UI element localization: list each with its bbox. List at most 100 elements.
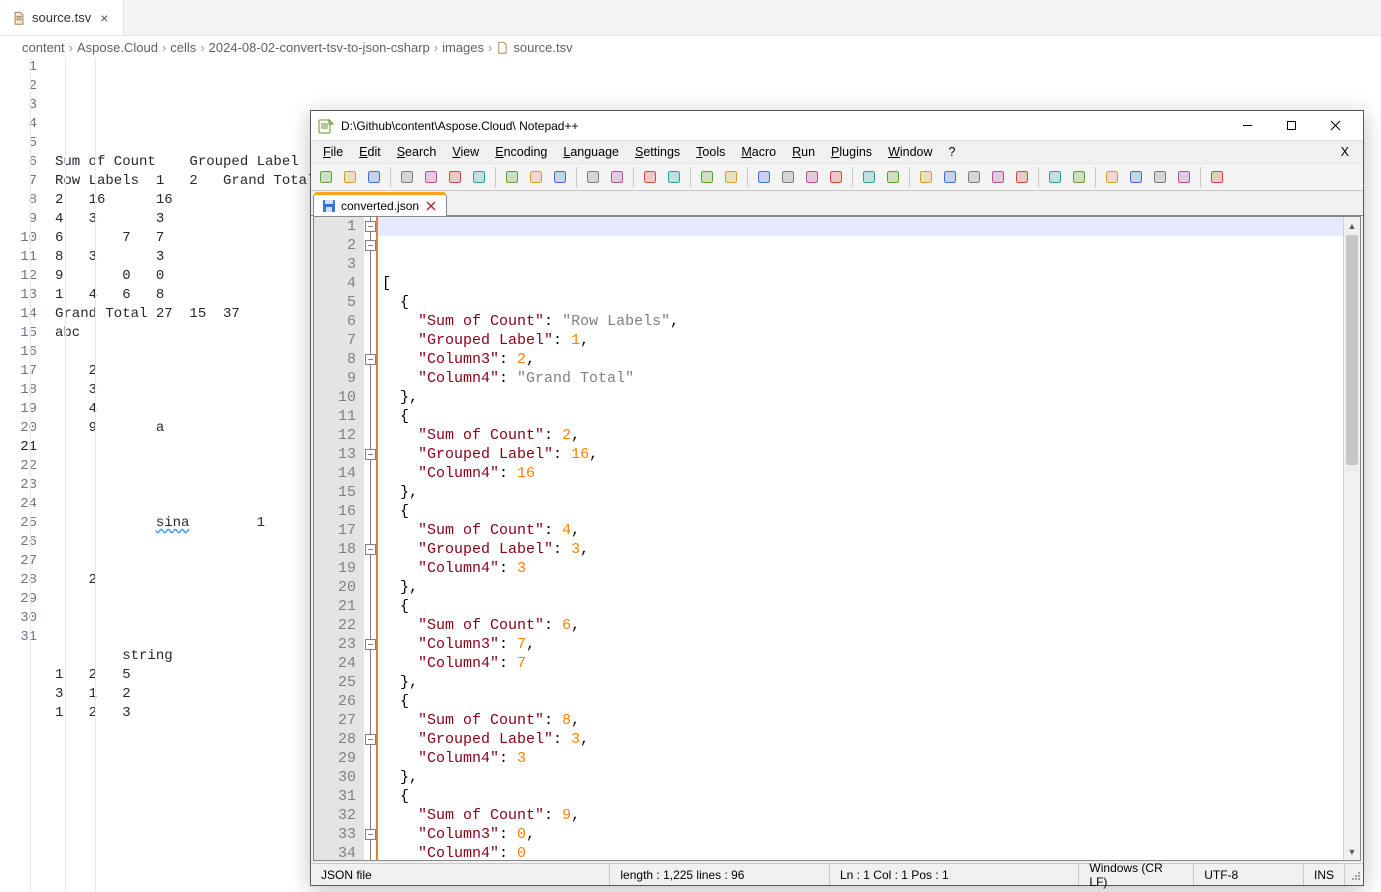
menu-encoding[interactable]: Encoding <box>487 143 555 161</box>
breadcrumb-item[interactable]: images <box>442 40 484 55</box>
close-icon[interactable]: × <box>97 10 111 26</box>
toolbar-button[interactable] <box>696 166 718 188</box>
toolbar-button[interactable] <box>339 166 361 188</box>
code-line: "Sum of Count": 9, <box>382 806 1360 825</box>
menu-macro[interactable]: Macro <box>733 143 784 161</box>
line-number: 27 <box>0 552 37 571</box>
toolbar-button[interactable] <box>1173 166 1195 188</box>
scroll-down-icon[interactable]: ▼ <box>1344 843 1360 860</box>
chevron-right-icon: › <box>162 40 166 55</box>
code-line: { <box>382 692 1360 711</box>
toolbar-button[interactable] <box>549 166 571 188</box>
fold-toggle-icon[interactable] <box>365 354 376 365</box>
line-number: 18 <box>0 381 37 400</box>
menu-edit[interactable]: Edit <box>351 143 389 161</box>
tab-source-tsv[interactable]: source.tsv × <box>0 0 124 35</box>
toolbar-button[interactable] <box>720 166 742 188</box>
resize-grip-icon[interactable] <box>1345 867 1363 883</box>
toolbar-button[interactable] <box>606 166 628 188</box>
toolbar-button[interactable] <box>1125 166 1147 188</box>
toolbar-button[interactable] <box>777 166 799 188</box>
vertical-scrollbar[interactable]: ▲ ▼ <box>1343 217 1360 860</box>
toolbar-button[interactable] <box>582 166 604 188</box>
menu-file[interactable]: File <box>315 143 351 161</box>
toolbar-button[interactable] <box>801 166 823 188</box>
toolbar-separator <box>576 167 577 187</box>
toolbar-button[interactable] <box>915 166 937 188</box>
fold-toggle-icon[interactable] <box>365 240 376 251</box>
line-number: 11 <box>314 407 356 426</box>
toolbar-button[interactable] <box>1011 166 1033 188</box>
menu-settings[interactable]: Settings <box>627 143 688 161</box>
chevron-right-icon: › <box>434 40 438 55</box>
line-number: 13 <box>0 286 37 305</box>
toolbar-button[interactable] <box>1149 166 1171 188</box>
chevron-right-icon: › <box>200 40 204 55</box>
line-number: 3 <box>0 96 37 115</box>
toolbar-button[interactable] <box>396 166 418 188</box>
close-icon[interactable] <box>424 199 438 213</box>
toolbar-button[interactable] <box>525 166 547 188</box>
fold-toggle-icon[interactable] <box>365 734 376 745</box>
menu-close-x[interactable]: X <box>1331 143 1359 161</box>
status-mode: INS <box>1304 864 1345 885</box>
toolbar-button[interactable] <box>1206 166 1228 188</box>
toolbar-button[interactable] <box>1068 166 1090 188</box>
toolbar-button[interactable] <box>501 166 523 188</box>
toolbar-button[interactable] <box>315 166 337 188</box>
minimize-button[interactable] <box>1225 112 1269 140</box>
menu-window[interactable]: Window <box>880 143 940 161</box>
menu-language[interactable]: Language <box>555 143 627 161</box>
menu-run[interactable]: Run <box>784 143 823 161</box>
toolbar-button[interactable] <box>825 166 847 188</box>
notepadpp-editor[interactable]: 1234567891011121314151617181920212223242… <box>314 217 1360 860</box>
maximize-button[interactable] <box>1269 112 1313 140</box>
fold-toggle-icon[interactable] <box>365 221 376 232</box>
close-button[interactable] <box>1313 112 1357 140</box>
toolbar-button[interactable] <box>858 166 880 188</box>
menu-plugins[interactable]: Plugins <box>823 143 880 161</box>
breadcrumb[interactable]: content › Aspose.Cloud › cells › 2024-08-02-co… <box>0 36 1381 58</box>
menu-view[interactable]: View <box>444 143 487 161</box>
fold-margin[interactable] <box>364 217 378 860</box>
code-line: "Column3": 7, <box>382 635 1360 654</box>
toolbar-button[interactable] <box>963 166 985 188</box>
line-number: 21 <box>314 597 356 616</box>
line-number: 30 <box>314 768 356 787</box>
menu-tools[interactable]: Tools <box>688 143 733 161</box>
toolbar-button[interactable] <box>363 166 385 188</box>
scroll-up-icon[interactable]: ▲ <box>1344 217 1360 234</box>
fold-toggle-icon[interactable] <box>365 449 376 460</box>
fold-toggle-icon[interactable] <box>365 639 376 650</box>
toolbar-button[interactable] <box>1101 166 1123 188</box>
breadcrumb-item[interactable]: content <box>22 40 65 55</box>
code-area[interactable]: [ { "Sum of Count": "Row Labels", "Group… <box>378 217 1360 860</box>
scrollbar-thumb[interactable] <box>1346 235 1358 465</box>
document-tab[interactable]: converted.json <box>313 194 447 216</box>
fold-toggle-icon[interactable] <box>365 829 376 840</box>
toolbar-button[interactable] <box>639 166 661 188</box>
toolbar-button[interactable] <box>882 166 904 188</box>
toolbar-button[interactable] <box>1044 166 1066 188</box>
toolbar-button[interactable] <box>753 166 775 188</box>
titlebar[interactable]: D:\Github\content\Aspose.Cloud\ Notepad+… <box>311 111 1363 141</box>
toolbar-button[interactable] <box>939 166 961 188</box>
fold-toggle-icon[interactable] <box>365 544 376 555</box>
tab-bar: source.tsv × <box>0 0 1381 36</box>
toolbar-button[interactable] <box>663 166 685 188</box>
toolbar-button[interactable] <box>444 166 466 188</box>
breadcrumb-item[interactable]: 2024-08-02-convert-tsv-to-json-csharp <box>209 40 430 55</box>
breadcrumb-item[interactable]: cells <box>170 40 196 55</box>
line-number: 31 <box>0 628 37 647</box>
toolbar-button[interactable] <box>468 166 490 188</box>
line-number: 6 <box>0 153 37 172</box>
toolbar-button[interactable] <box>420 166 442 188</box>
breadcrumb-item[interactable]: source.tsv <box>513 40 572 55</box>
code-line: }, <box>382 673 1360 692</box>
breadcrumb-item[interactable]: Aspose.Cloud <box>77 40 158 55</box>
menu-search[interactable]: Search <box>389 143 445 161</box>
code-line: }, <box>382 768 1360 787</box>
menu-?[interactable]: ? <box>941 143 964 161</box>
line-number: 11 <box>0 248 37 267</box>
toolbar-button[interactable] <box>987 166 1009 188</box>
